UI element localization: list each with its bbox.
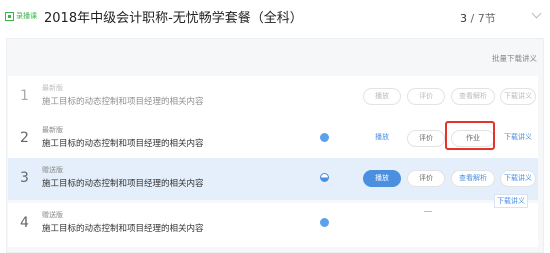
download-notes-button[interactable]: 下载讲义	[500, 170, 536, 187]
view-analysis-button[interactable]: 查看解析	[451, 170, 495, 187]
recorded-tag: 录播课	[5, 11, 37, 21]
lesson-row-current: 3 赠送版 施工目标的动态控制和项目经理的相关内容 播放 评价 查看解析 下载讲…	[8, 158, 538, 200]
version-badge: 最新版	[42, 84, 63, 92]
play-button[interactable]: 播放	[363, 170, 401, 187]
lesson-counter: 3 / 7节	[460, 10, 496, 26]
lesson-row: 4 赠送版 施工目标的动态控制和项目经理的相关内容	[8, 203, 538, 247]
rate-button[interactable]: 评价	[407, 170, 445, 187]
download-tooltip: 下载讲义	[494, 194, 528, 208]
lesson-counter-total: / 7节	[467, 12, 496, 25]
lesson-title: 施工目标的动态控制和项目经理的相关内容	[42, 139, 204, 149]
lesson-title: 施工目标的动态控制和项目经理的相关内容	[42, 179, 204, 189]
version-badge: 赠送版	[42, 166, 63, 174]
homework-highlight-box	[445, 121, 495, 150]
lesson-number: 3	[20, 170, 29, 186]
version-badge: 赠送版	[42, 211, 63, 219]
progress-dot-icon	[320, 218, 329, 227]
recorded-tag-label: 录播课	[16, 12, 37, 20]
rate-button[interactable]: 评价	[407, 130, 445, 147]
lesson-number: 1	[20, 88, 29, 104]
lesson-title: 施工目标的动态控制和项目经理的相关内容	[42, 97, 204, 107]
lesson-counter-current: 3	[460, 12, 467, 25]
play-button[interactable]: 播放	[363, 88, 401, 105]
view-analysis-button[interactable]: 查看解析	[451, 88, 495, 105]
progress-dot-icon	[320, 133, 329, 142]
rate-button[interactable]: 评价	[407, 88, 445, 105]
batch-download-link[interactable]: 批量下载讲义	[492, 53, 537, 64]
download-notes-button[interactable]: 下载讲义	[500, 88, 536, 105]
lesson-number: 2	[20, 130, 29, 146]
play-button[interactable]: 播放	[363, 130, 401, 147]
lesson-row: 1 最新版 施工目标的动态控制和项目经理的相关内容 播放 评价 查看解析 下载讲…	[8, 76, 538, 120]
download-notes-button[interactable]: 下载讲义	[500, 130, 536, 147]
course-title: 2018年中级会计职称-无忧畅学套餐（全科）	[44, 11, 303, 26]
progress-half-icon	[320, 173, 329, 182]
lesson-row: 2 最新版 施工目标的动态控制和项目经理的相关内容 播放 评价 作业 下载讲义	[8, 118, 538, 162]
course-header: 录播课 2018年中级会计职称-无忧畅学套餐（全科） 3 / 7节	[0, 0, 550, 34]
lesson-title: 施工目标的动态控制和项目经理的相关内容	[42, 224, 204, 234]
lesson-number: 4	[20, 215, 29, 231]
version-badge: 最新版	[42, 126, 63, 134]
collapse-chevron-icon[interactable]	[531, 8, 542, 19]
divider	[424, 211, 432, 212]
recorded-icon	[5, 11, 14, 21]
